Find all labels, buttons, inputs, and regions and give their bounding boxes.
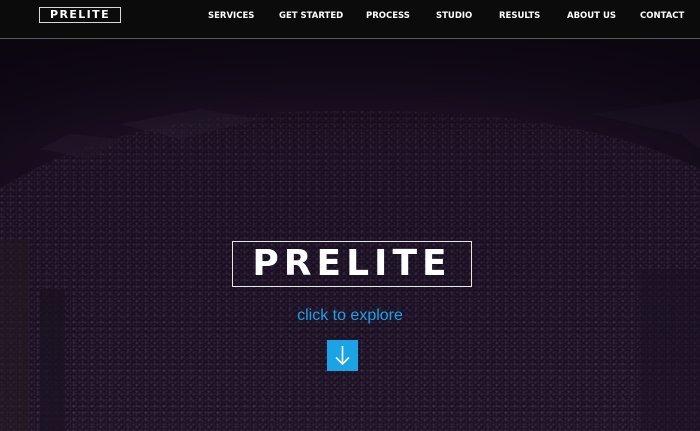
nav-item-about-us[interactable]: ABOUT US xyxy=(567,10,616,22)
hero-section: PRELITE click to explore xyxy=(0,39,700,431)
explore-link-text[interactable]: click to explore xyxy=(0,306,700,326)
hero-logo: PRELITE xyxy=(232,241,472,287)
nav-item-contact[interactable]: CONTACT xyxy=(640,10,684,22)
nav-item-studio[interactable]: STUDIO xyxy=(436,10,472,22)
main-nav: SERVICES GET STARTED PROCESS STUDIO RESU… xyxy=(0,0,700,32)
nav-item-get-started[interactable]: GET STARTED xyxy=(279,10,343,22)
nav-item-process[interactable]: PROCESS xyxy=(366,10,410,22)
nav-item-services[interactable]: SERVICES xyxy=(208,10,254,22)
site-header: PRELITE SERVICES GET STARTED PROCESS STU… xyxy=(0,0,700,39)
nav-item-results[interactable]: RESULTS xyxy=(499,10,540,22)
explore-button[interactable] xyxy=(327,340,358,371)
arrow-down-icon xyxy=(335,346,350,366)
crowd-background-image xyxy=(0,39,700,431)
